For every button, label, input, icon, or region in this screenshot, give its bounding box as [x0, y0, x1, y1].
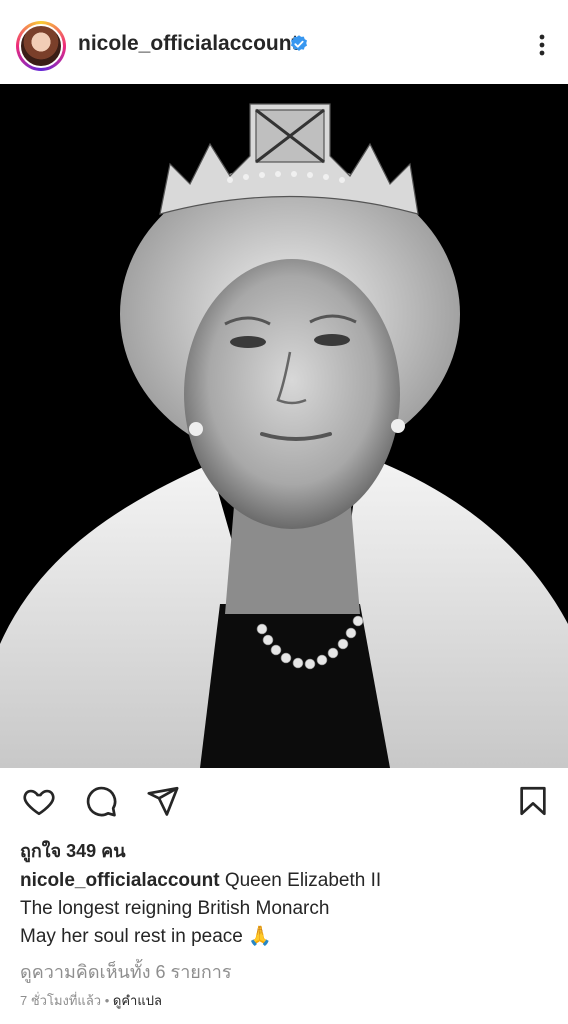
username[interactable]: nicole_officialaccount — [78, 32, 299, 56]
portrait-photo — [0, 84, 568, 768]
view-comments-link[interactable]: ดูความคิดเห็นทั้ง 6 รายการ — [20, 957, 232, 986]
caption-line-3: May her soul rest in peace 🙏 — [20, 926, 272, 947]
caption-line-2: The longest reigning British Monarch — [20, 898, 330, 919]
action-bar — [0, 768, 568, 832]
avatar[interactable] — [16, 21, 66, 71]
heart-icon[interactable] — [22, 784, 56, 818]
post-image[interactable] — [0, 84, 568, 768]
post-header: nicole_officialaccount — [0, 0, 568, 84]
comment-icon[interactable] — [84, 784, 118, 818]
avatar-image — [19, 24, 63, 68]
post-meta: 7 ชั่วโมงที่แล้ว • ดูคำแปล — [20, 990, 162, 1011]
likes-count[interactable]: ถูกใจ 349 คน — [20, 836, 126, 865]
translate-link[interactable]: ดูคำแปล — [113, 993, 162, 1008]
caption-line-1: Queen Elizabeth II — [219, 870, 382, 891]
caption: nicole_officialaccount Queen Elizabeth I… — [20, 867, 550, 951]
verified-badge-icon — [291, 35, 307, 51]
caption-username[interactable]: nicole_officialaccount — [20, 870, 220, 891]
meta-separator: • — [101, 993, 113, 1008]
timestamp: 7 ชั่วโมงที่แล้ว — [20, 993, 102, 1008]
send-icon[interactable] — [146, 784, 180, 818]
bookmark-icon[interactable] — [516, 784, 550, 818]
more-options-icon[interactable] — [530, 30, 554, 60]
